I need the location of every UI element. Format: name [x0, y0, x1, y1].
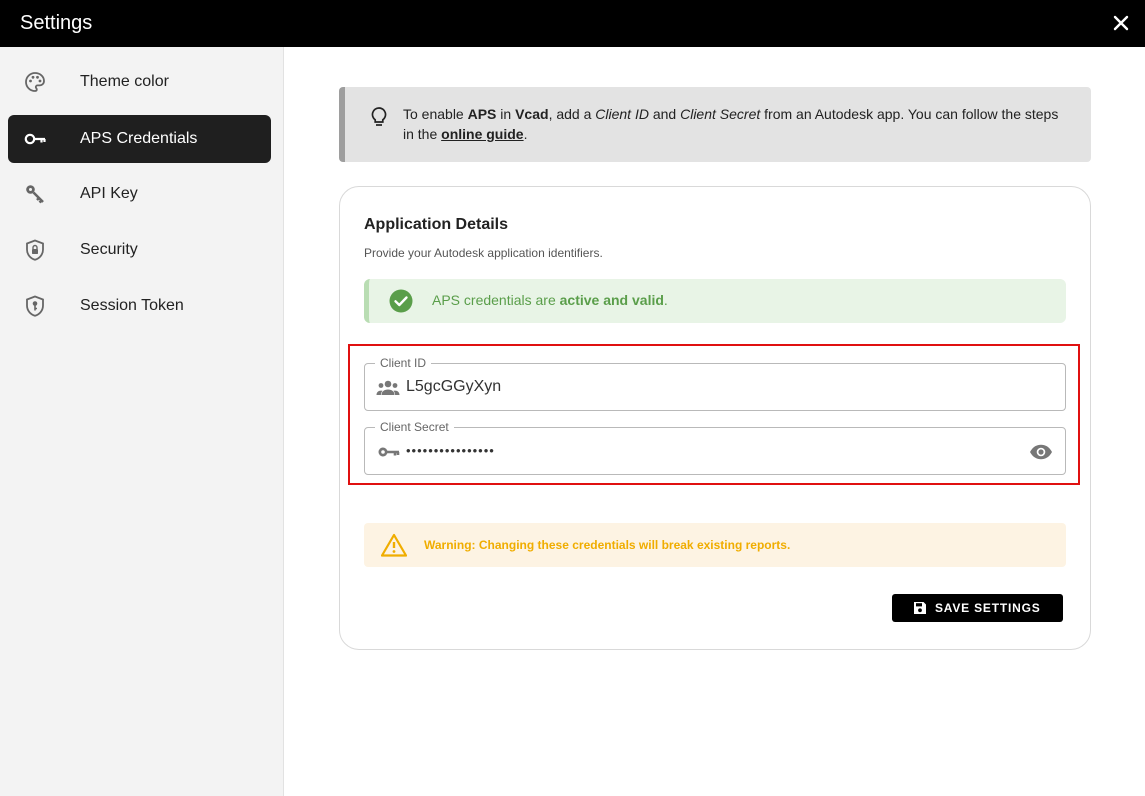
check-circle-icon: [389, 289, 413, 313]
close-icon[interactable]: [1111, 13, 1131, 33]
eye-icon[interactable]: [1029, 441, 1053, 463]
sidebar-item-aps-credentials[interactable]: APS Credentials: [8, 115, 271, 163]
window-title: Settings: [20, 12, 93, 34]
info-text: To enable APS in Vcad, add a Client ID a…: [403, 106, 1059, 142]
sidebar-item-api-key[interactable]: API Key: [8, 170, 271, 218]
client-secret-label: Client Secret: [375, 420, 454, 434]
sidebar-item-label: APS Credentials: [80, 130, 198, 147]
sidebar-item-label: API Key: [80, 185, 138, 202]
info-banner: To enable APS in Vcad, add a Client ID a…: [339, 87, 1091, 162]
status-success-banner: APS credentials are active and valid.: [364, 279, 1066, 323]
palette-icon: [25, 72, 45, 92]
group-icon: [376, 380, 400, 395]
title-bar: Settings: [0, 0, 1145, 47]
online-guide-link[interactable]: online guide: [441, 126, 523, 142]
sidebar-item-session-token[interactable]: Session Token: [8, 282, 271, 330]
key-icon: [26, 185, 44, 204]
sidebar: Theme color APS Credentials API Key Secu…: [0, 47, 284, 796]
status-message: APS credentials are active and valid.: [432, 292, 668, 308]
save-settings-button[interactable]: SAVE SETTINGS: [892, 594, 1063, 622]
shield-key-icon: [26, 295, 44, 317]
shield-lock-icon: [26, 239, 44, 261]
warning-text: Warning: Changing these credentials will…: [424, 538, 791, 552]
client-id-input[interactable]: [406, 377, 1006, 397]
sidebar-item-security[interactable]: Security: [8, 226, 271, 274]
sidebar-item-label: Theme color: [80, 73, 169, 90]
client-id-field[interactable]: Client ID: [364, 356, 1066, 411]
client-id-label: Client ID: [375, 356, 432, 370]
sidebar-item-label: Session Token: [80, 297, 184, 314]
sidebar-item-theme-color[interactable]: Theme color: [8, 58, 271, 106]
warning-icon: [381, 533, 407, 557]
key-icon: [378, 447, 400, 457]
key-icon: [24, 133, 46, 145]
card-title: Application Details: [364, 216, 509, 233]
application-details-card: Application Details Provide your Autodes…: [339, 186, 1091, 650]
sidebar-item-label: Security: [80, 241, 138, 258]
save-icon: [914, 602, 926, 614]
client-secret-input[interactable]: [406, 441, 1006, 461]
card-subtitle: Provide your Autodesk application identi…: [364, 246, 603, 260]
lightbulb-icon: [371, 107, 387, 126]
save-settings-label: SAVE SETTINGS: [935, 601, 1041, 615]
client-secret-field[interactable]: Client Secret: [364, 420, 1066, 475]
warning-banner: Warning: Changing these credentials will…: [364, 523, 1066, 567]
